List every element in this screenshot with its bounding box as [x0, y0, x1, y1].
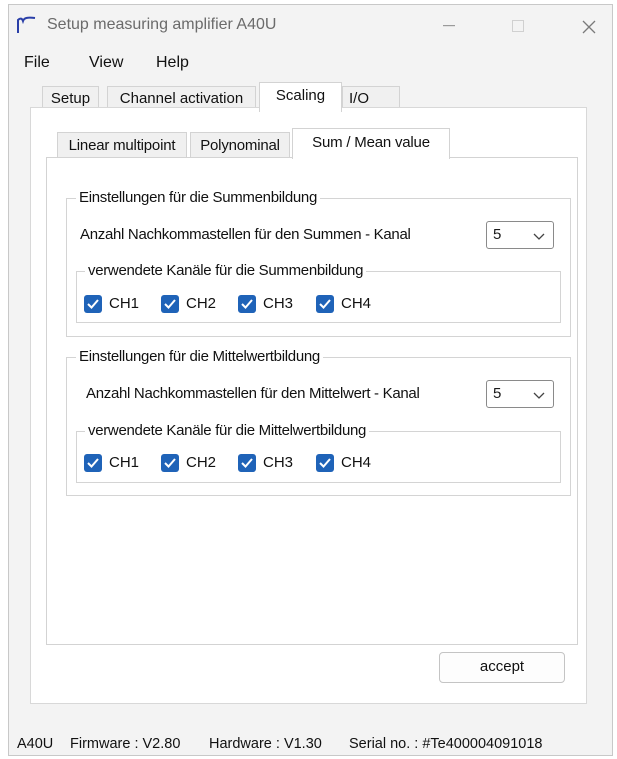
menu-help[interactable]: Help: [156, 54, 189, 72]
chevron-down-icon: [533, 233, 545, 240]
status-serial: Serial no. : #Te400004091018: [349, 736, 543, 752]
minimize-icon: [443, 25, 455, 27]
sum-decimals-label: Anzahl Nachkommastellen für den Summen -…: [80, 226, 411, 243]
sum-decimals-select[interactable]: 5: [486, 221, 554, 249]
mean-settings-legend: Einstellungen für die Mittelwertbildung: [76, 348, 323, 365]
menu-file[interactable]: File: [24, 54, 50, 72]
check-icon: [161, 295, 179, 313]
sum-ch2-label: CH2: [186, 295, 217, 312]
check-icon: [238, 295, 256, 313]
check-icon: [84, 454, 102, 472]
menu-bar: File View Help: [9, 51, 612, 79]
waveform-icon: [15, 15, 37, 35]
sum-ch4-label: CH4: [341, 295, 372, 312]
maximize-icon: [512, 20, 524, 32]
mean-ch3-label: CH3: [263, 454, 294, 471]
check-icon: [316, 454, 334, 472]
mean-ch4-label: CH4: [341, 454, 372, 471]
sum-channels-legend: verwendete Kanäle für die Summenbildung: [85, 262, 367, 279]
tab-scaling[interactable]: Scaling: [259, 82, 342, 112]
mean-decimals-value: 5: [493, 385, 502, 402]
check-icon: [316, 295, 334, 313]
subtab-polynominal[interactable]: Polynominal: [190, 132, 290, 159]
mean-ch1-label: CH1: [109, 454, 140, 471]
sum-decimals-value: 5: [493, 226, 502, 243]
mean-decimals-select[interactable]: 5: [486, 380, 554, 408]
title-bar: Setup measuring amplifier A40U: [9, 5, 612, 47]
sum-ch3-label: CH3: [263, 295, 294, 312]
maximize-button[interactable]: [499, 11, 539, 41]
close-button[interactable]: [569, 11, 609, 41]
accept-button[interactable]: accept: [439, 652, 565, 683]
check-icon: [84, 295, 102, 313]
mean-decimals-label: Anzahl Nachkommastellen für den Mittelwe…: [86, 385, 420, 402]
status-hardware: Hardware : V1.30: [209, 736, 322, 752]
chevron-down-icon: [533, 392, 545, 399]
subtab-sum-mean-value[interactable]: Sum / Mean value: [292, 128, 450, 159]
status-bar: A40U Firmware : V2.80 Hardware : V1.30 S…: [0, 732, 617, 758]
status-device: A40U: [17, 736, 54, 752]
check-icon: [161, 454, 179, 472]
sum-ch1-label: CH1: [109, 295, 140, 312]
mean-channels-legend: verwendete Kanäle für die Mittelwertbild…: [85, 422, 370, 439]
menu-view[interactable]: View: [89, 54, 123, 72]
mean-ch2-label: CH2: [186, 454, 217, 471]
subtab-linear-multipoint[interactable]: Linear multipoint: [57, 132, 187, 159]
close-icon: [582, 20, 596, 34]
status-firmware: Firmware : V2.80: [70, 736, 181, 752]
window-title: Setup measuring amplifier A40U: [47, 16, 277, 33]
check-icon: [238, 454, 256, 472]
minimize-button[interactable]: [429, 11, 469, 41]
sum-settings-legend: Einstellungen für die Summenbildung: [76, 189, 320, 206]
